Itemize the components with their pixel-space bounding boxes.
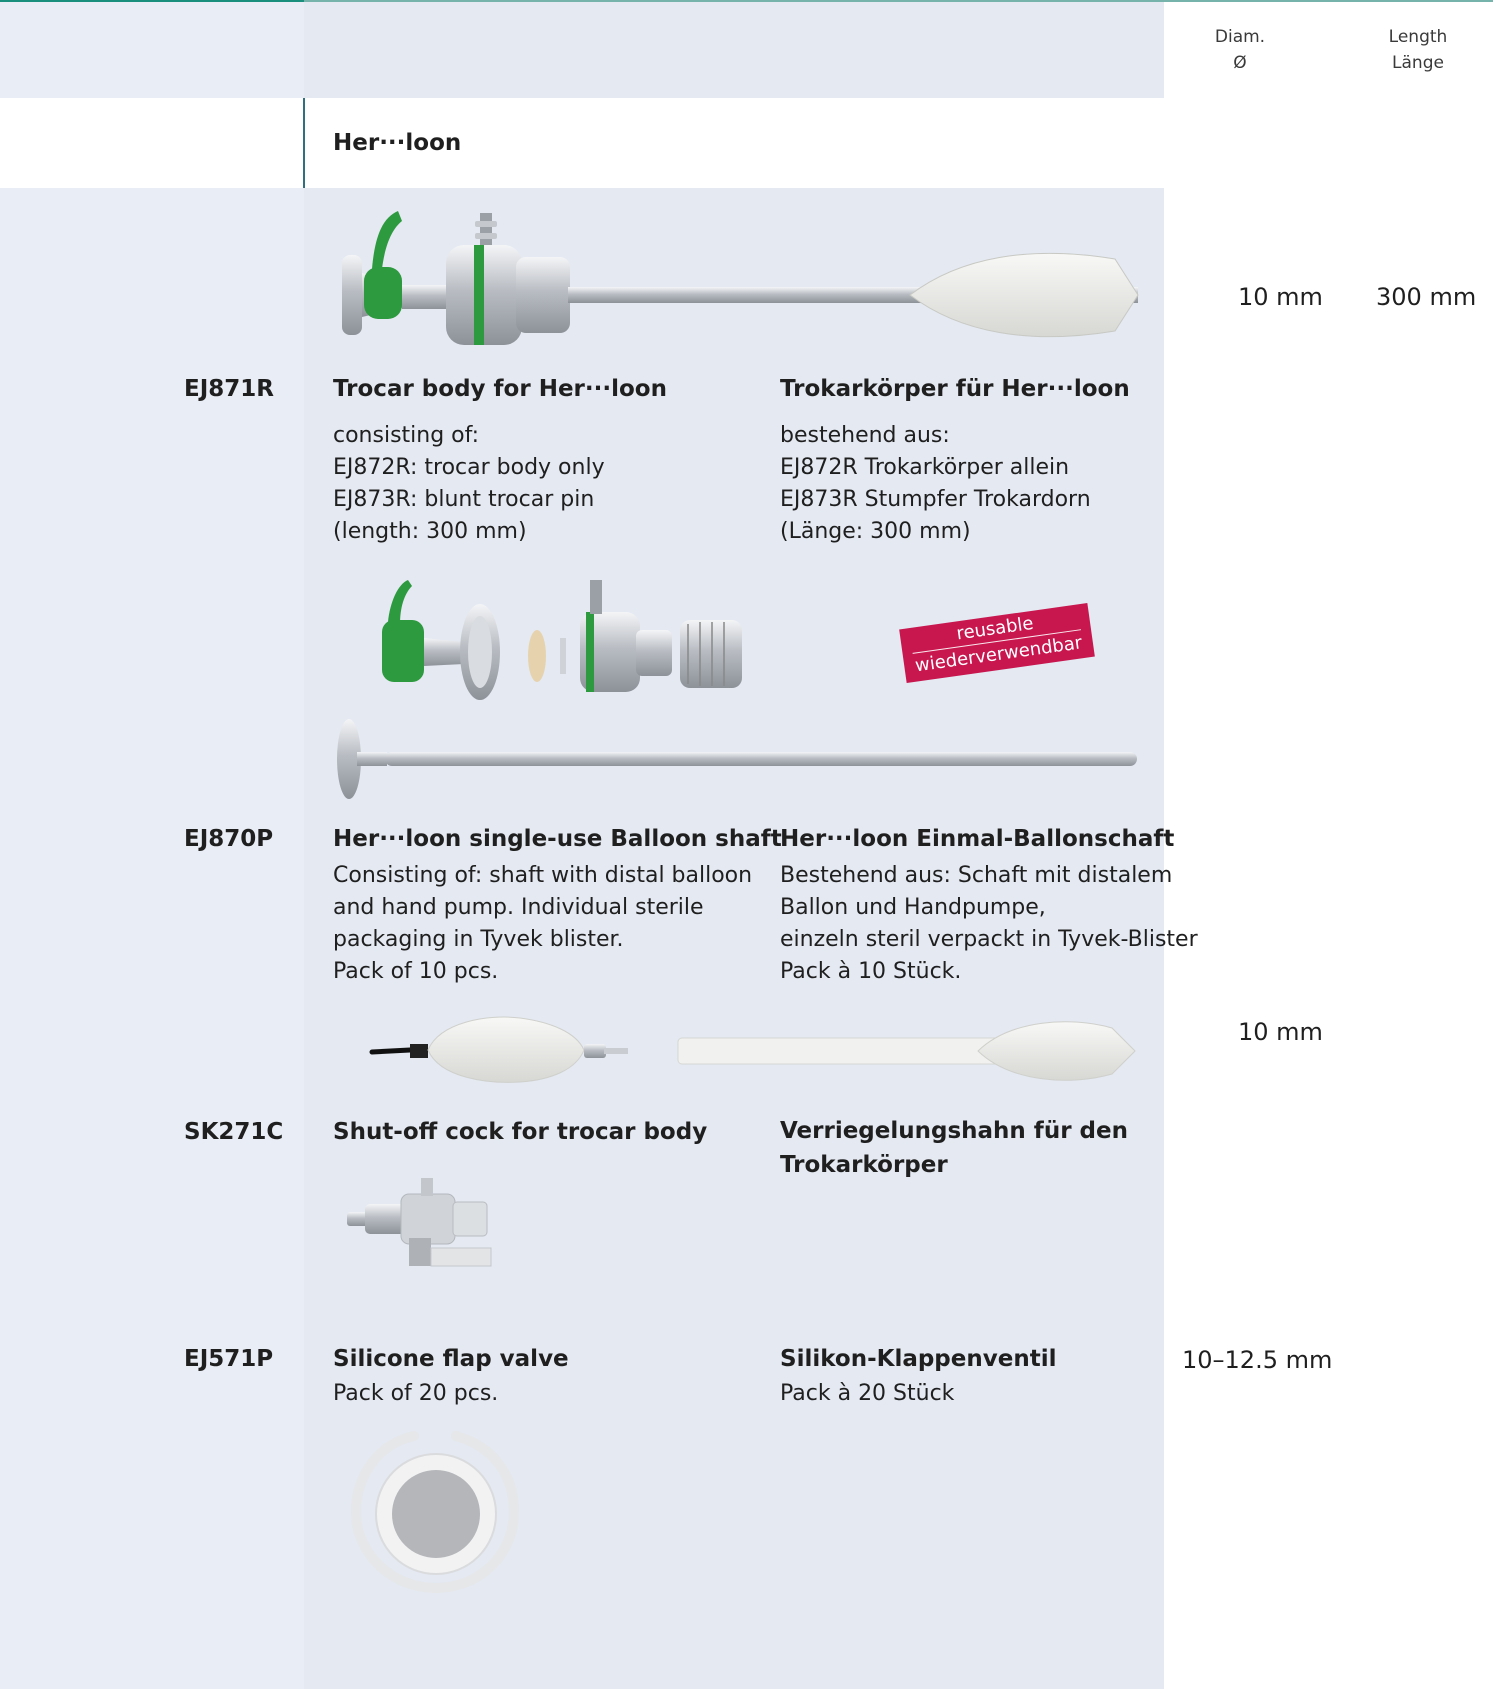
shut-off-cock-image xyxy=(347,1178,492,1267)
diam-header: Diam. Ø xyxy=(1180,24,1300,76)
product-title-en: Shut-off cock for trocar body xyxy=(333,1119,708,1145)
desc-line: consisting of: xyxy=(333,423,480,448)
trocar-pin-image xyxy=(337,719,1137,799)
product-title-de: Trokarkörper für Her···loon xyxy=(780,376,1130,402)
desc-line: (Länge: 300 mm) xyxy=(780,519,971,544)
product-diam: 10 mm xyxy=(1238,283,1323,311)
desc-line: packaging in Tyvek blister. xyxy=(333,927,624,952)
product-diam: 10–12.5 mm xyxy=(1182,1346,1333,1374)
desc-line: Consisting of: shaft with distal balloon xyxy=(333,863,753,888)
product-desc-de: bestehend aus: EJ872R Trokarkörper allei… xyxy=(780,420,1091,548)
product-code: EJ871R xyxy=(184,376,274,402)
code-column xyxy=(0,188,304,1689)
silicone-flap-valve-image xyxy=(350,1431,520,1594)
balloon-shaft-image xyxy=(369,1016,1136,1083)
length-label-en: Length xyxy=(1388,27,1448,47)
section-title: Her···loon xyxy=(333,130,462,156)
product-desc-en: Pack of 20 pcs. xyxy=(333,1378,498,1410)
desc-line: (length: 300 mm) xyxy=(333,519,527,544)
length-header: Length Länge xyxy=(1358,24,1478,76)
section-band xyxy=(0,98,1493,188)
desc-line: einzeln steril verpackt in Tyvek-Blister xyxy=(780,927,1198,952)
product-desc-en: consisting of: EJ872R: trocar body only … xyxy=(333,420,605,548)
length-label-de: Länge xyxy=(1392,53,1444,73)
product-diam: 10 mm xyxy=(1238,1018,1323,1046)
product-desc-de: Bestehend aus: Schaft mit distalem Ballo… xyxy=(780,860,1198,988)
product-code: EJ870P xyxy=(184,826,274,852)
trocar-body-assembled-image xyxy=(342,211,1139,345)
spec-column xyxy=(1164,188,1493,1689)
desc-line: EJ873R: blunt trocar pin xyxy=(333,487,595,512)
desc-line: bestehend aus: xyxy=(780,423,950,448)
product-desc-de: Pack à 20 Stück xyxy=(780,1378,954,1410)
product-code: EJ571P xyxy=(184,1346,274,1372)
product-title-de: Her···loon Einmal-Ballonschaft xyxy=(780,826,1175,852)
desc-line: Pack à 10 Stück. xyxy=(780,959,962,984)
product-title-de: Verriegelungshahn für den Trokarkörper xyxy=(780,1114,1128,1182)
diam-label: Diam. xyxy=(1214,27,1266,47)
desc-line: EJ873R Stumpfer Trokardorn xyxy=(780,487,1091,512)
desc-line: Bestehend aus: Schaft mit distalem xyxy=(780,863,1173,888)
desc-line: Pack of 20 pcs. xyxy=(333,1381,499,1406)
title-line: Verriegelungshahn für den xyxy=(780,1118,1128,1144)
section-divider xyxy=(303,98,305,188)
diam-symbol: Ø xyxy=(1233,53,1247,73)
desc-line: EJ872R: trocar body only xyxy=(333,455,605,480)
desc-line: Pack à 20 Stück xyxy=(780,1381,955,1406)
header-mid-panel xyxy=(304,2,1164,98)
header-left-panel xyxy=(0,2,304,98)
product-desc-en: Consisting of: shaft with distal balloon… xyxy=(333,860,752,988)
product-code: SK271C xyxy=(184,1119,284,1145)
desc-line: Pack of 10 pcs. xyxy=(333,959,499,984)
product-length: 300 mm xyxy=(1376,283,1477,311)
product-title-en: Her···loon single-use Balloon shaft xyxy=(333,826,782,852)
desc-line: EJ872R Trokarkörper allein xyxy=(780,455,1070,480)
desc-line: Ballon und Handpumpe, xyxy=(780,895,1046,920)
desc-line: and hand pump. Individual sterile xyxy=(333,895,704,920)
product-title-en: Trocar body for Her···loon xyxy=(333,376,667,402)
product-title-de: Silikon-Klappenventil xyxy=(780,1346,1057,1372)
trocar-parts-image xyxy=(382,580,742,700)
title-line: Trokarkörper xyxy=(780,1152,948,1178)
product-title-en: Silicone flap valve xyxy=(333,1346,569,1372)
